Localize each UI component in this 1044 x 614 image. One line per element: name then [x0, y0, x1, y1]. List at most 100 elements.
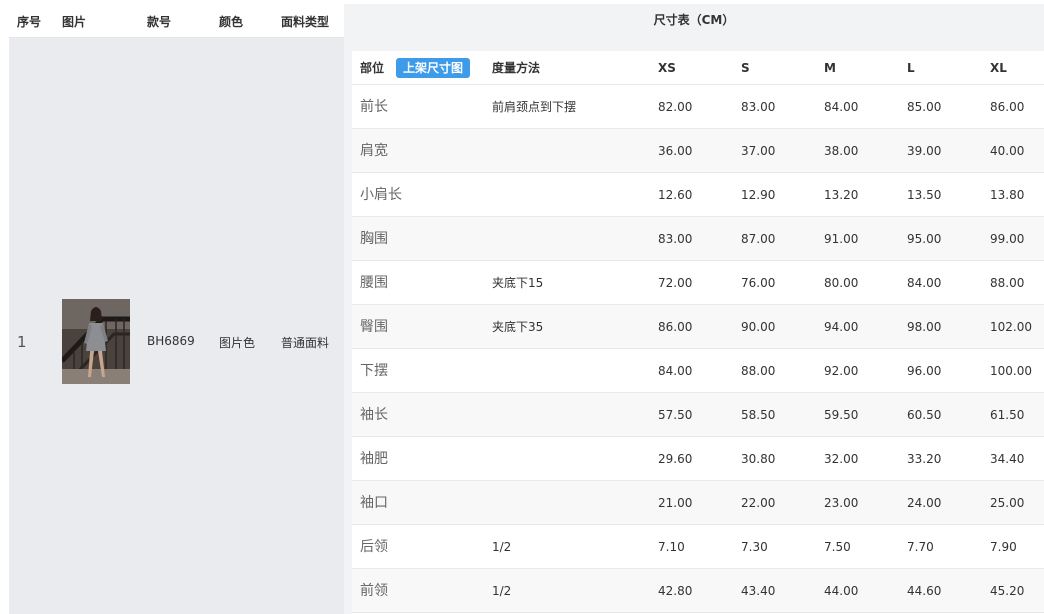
product-photo-icon [62, 299, 130, 384]
cell-xl: 102.00 [990, 320, 1032, 334]
cell-part: 臀围 [360, 319, 388, 335]
cell-l: 84.00 [907, 276, 942, 290]
product-image[interactable] [62, 299, 130, 384]
header-fabric: 面料类型 [281, 15, 330, 29]
cell-m: 94.00 [824, 320, 859, 334]
cell-xl: 34.40 [990, 452, 1025, 466]
product-row [9, 38, 344, 614]
size-chart-page: 序号 图片 款号 颜色 面料类型 1 BH6869 图片色 普通面料 尺寸表（C… [0, 0, 1044, 614]
cell-part: 前领 [360, 583, 388, 599]
cell-xl: 88.00 [990, 276, 1025, 290]
cell-part: 胸围 [360, 231, 388, 247]
cell-m: 59.50 [824, 408, 859, 422]
cell-part: 后领 [360, 539, 388, 555]
cell-s: 43.40 [741, 584, 776, 598]
cell-xl: 99.00 [990, 232, 1025, 246]
cell-xs: 36.00 [658, 144, 693, 158]
table-row: 胸围 83.00 87.00 91.00 95.00 99.00 [352, 217, 1044, 261]
cell-m: 23.00 [824, 496, 859, 510]
cell-s: 22.00 [741, 496, 776, 510]
cell-l: 60.50 [907, 408, 942, 422]
header-s: S [741, 61, 750, 75]
table-row: 腰围 夹底下15 72.00 76.00 80.00 84.00 88.00 [352, 261, 1044, 305]
header-xs: XS [658, 61, 676, 75]
product-table-header: 序号 图片 款号 颜色 面料类型 [9, 4, 344, 38]
size-table-container: 尺寸表（CM） 部位 上架尺寸图 度量方法 XS S M L XL 前长 前肩颈点… [344, 4, 1044, 614]
cell-method: 前肩颈点到下摆 [492, 100, 577, 114]
cell-m: 44.00 [824, 584, 859, 598]
cell-m: 13.20 [824, 188, 859, 202]
cell-xs: 21.00 [658, 496, 693, 510]
cell-m: 84.00 [824, 100, 859, 114]
table-row: 袖长 57.50 58.50 59.50 60.50 61.50 [352, 393, 1044, 437]
cell-l: 13.50 [907, 188, 942, 202]
table-row: 袖口 21.00 22.00 23.00 24.00 25.00 [352, 481, 1044, 525]
cell-xs: 29.60 [658, 452, 693, 466]
cell-part: 前长 [360, 99, 388, 115]
size-table: 部位 上架尺寸图 度量方法 XS S M L XL 前长 前肩颈点到下摆 82.00… [352, 51, 1044, 614]
header-color: 颜色 [219, 15, 244, 29]
cell-method: 1/2 [492, 540, 512, 554]
cell-part: 小肩长 [360, 187, 402, 203]
cell-xs: 7.10 [658, 540, 685, 554]
cell-part: 袖肥 [360, 451, 388, 467]
header-index: 序号 [17, 15, 42, 29]
cell-xs: 84.00 [658, 364, 693, 378]
cell-l: 33.20 [907, 452, 942, 466]
table-row: 下摆 84.00 88.00 92.00 96.00 100.00 [352, 349, 1044, 393]
cell-s: 37.00 [741, 144, 776, 158]
header-xl: XL [990, 61, 1007, 75]
cell-xl: 86.00 [990, 100, 1025, 114]
header-style-no: 款号 [147, 15, 172, 29]
upload-size-chart-button[interactable]: 上架尺寸图 [396, 58, 471, 78]
cell-s: 88.00 [741, 364, 776, 378]
cell-m: 7.50 [824, 540, 851, 554]
table-row: 臀围 夹底下35 86.00 90.00 94.00 98.00 102.00 [352, 305, 1044, 349]
cell-l: 96.00 [907, 364, 942, 378]
size-table-header: 部位 上架尺寸图 度量方法 XS S M L XL [352, 51, 1044, 85]
cell-l: 85.00 [907, 100, 942, 114]
cell-part: 袖长 [360, 407, 388, 423]
product-color: 图片色 [219, 336, 256, 350]
cell-l: 44.60 [907, 584, 942, 598]
cell-l: 24.00 [907, 496, 942, 510]
cell-xs: 42.80 [658, 584, 693, 598]
cell-m: 91.00 [824, 232, 859, 246]
cell-part: 肩宽 [360, 143, 388, 159]
cell-s: 12.90 [741, 188, 776, 202]
cell-s: 7.30 [741, 540, 768, 554]
cell-part: 下摆 [360, 363, 388, 379]
table-row: 前长 前肩颈点到下摆 82.00 83.00 84.00 85.00 86.00 [352, 85, 1044, 129]
table-row: 袖肥 29.60 30.80 32.00 33.20 34.40 [352, 437, 1044, 481]
header-method: 度量方法 [492, 61, 541, 75]
cell-xs: 86.00 [658, 320, 693, 334]
cell-xs: 12.60 [658, 188, 693, 202]
cell-l: 7.70 [907, 540, 934, 554]
cell-s: 58.50 [741, 408, 776, 422]
cell-xl: 7.90 [990, 540, 1017, 554]
header-part: 部位 [360, 61, 385, 75]
cell-method: 夹底下35 [492, 320, 544, 334]
cell-m: 92.00 [824, 364, 859, 378]
cell-part: 腰围 [360, 275, 388, 291]
header-l: L [907, 61, 915, 75]
header-m: M [824, 61, 836, 75]
row-index: 1 [17, 333, 27, 351]
cell-s: 83.00 [741, 100, 776, 114]
cell-l: 39.00 [907, 144, 942, 158]
table-row: 小肩长 12.60 12.90 13.20 13.50 13.80 [352, 173, 1044, 217]
cell-m: 38.00 [824, 144, 859, 158]
cell-xl: 100.00 [990, 364, 1032, 378]
cell-xl: 25.00 [990, 496, 1025, 510]
table-row: 肩宽 36.00 37.00 38.00 39.00 40.00 [352, 129, 1044, 173]
cell-xl: 61.50 [990, 408, 1025, 422]
cell-method: 夹底下15 [492, 276, 544, 290]
cell-s: 30.80 [741, 452, 776, 466]
cell-xs: 57.50 [658, 408, 693, 422]
cell-xl: 40.00 [990, 144, 1025, 158]
cell-xl: 45.20 [990, 584, 1025, 598]
cell-m: 32.00 [824, 452, 859, 466]
cell-m: 80.00 [824, 276, 859, 290]
cell-xs: 82.00 [658, 100, 693, 114]
style-number: BH6869 [147, 334, 195, 348]
